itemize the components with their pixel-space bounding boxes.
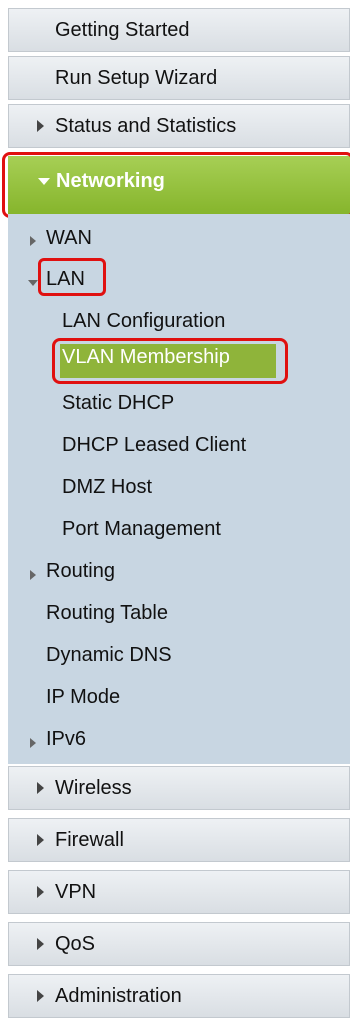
menu-status-and-statistics[interactable]: Status and Statistics xyxy=(8,104,350,148)
submenu-dhcp-leased-client[interactable]: DHCP Leased Client xyxy=(62,434,246,457)
routing-expand-icon xyxy=(30,570,36,580)
menu-wireless-label: Wireless xyxy=(55,777,132,799)
lan-highlight-outline xyxy=(38,258,106,296)
submenu-routing[interactable]: Routing xyxy=(46,560,115,583)
expand-arrow-icon xyxy=(37,782,44,794)
expand-arrow-icon xyxy=(37,834,44,846)
submenu-port-management[interactable]: Port Management xyxy=(62,518,221,541)
networking-submenu: WAN LAN LAN Configuration Static DHCP DH… xyxy=(8,214,350,764)
vlan-membership-highlight-outline xyxy=(52,338,288,384)
menu-qos[interactable]: QoS xyxy=(8,922,350,966)
submenu-dynamic-dns[interactable]: Dynamic DNS xyxy=(46,644,172,667)
menu-administration-label: Administration xyxy=(55,985,182,1007)
expand-arrow-icon xyxy=(37,886,44,898)
expand-arrow-icon xyxy=(37,990,44,1002)
menu-firewall[interactable]: Firewall xyxy=(8,818,350,862)
submenu-wan[interactable]: WAN xyxy=(46,227,92,250)
submenu-routing-table[interactable]: Routing Table xyxy=(46,602,168,625)
expand-arrow-icon xyxy=(37,938,44,950)
lan-collapse-icon xyxy=(28,280,38,286)
ipv6-expand-icon xyxy=(30,738,36,748)
submenu-dmz-host[interactable]: DMZ Host xyxy=(62,476,152,499)
menu-vpn-label: VPN xyxy=(55,881,97,903)
menu-firewall-label: Firewall xyxy=(55,829,124,851)
menu-vpn[interactable]: VPN xyxy=(8,870,350,914)
submenu-ipv6[interactable]: IPv6 xyxy=(46,728,86,751)
menu-getting-started[interactable]: Getting Started xyxy=(8,8,350,52)
menu-qos-label: QoS xyxy=(55,933,96,955)
menu-wireless[interactable]: Wireless xyxy=(8,766,350,810)
networking-highlight-outline xyxy=(2,152,350,218)
menu-run-setup-wizard-label: Run Setup Wizard xyxy=(55,67,218,89)
menu-run-setup-wizard[interactable]: Run Setup Wizard xyxy=(8,56,350,100)
menu-status-and-statistics-label: Status and Statistics xyxy=(55,115,237,137)
navigation-menu: Getting Started Run Setup Wizard Status … xyxy=(0,0,350,1022)
expand-arrow-icon xyxy=(37,120,44,132)
submenu-ip-mode[interactable]: IP Mode xyxy=(46,686,120,709)
submenu-lan-configuration[interactable]: LAN Configuration xyxy=(62,310,225,333)
wan-expand-icon xyxy=(30,236,36,246)
menu-getting-started-label: Getting Started xyxy=(55,19,190,41)
menu-administration[interactable]: Administration xyxy=(8,974,350,1018)
submenu-static-dhcp[interactable]: Static DHCP xyxy=(62,392,174,415)
